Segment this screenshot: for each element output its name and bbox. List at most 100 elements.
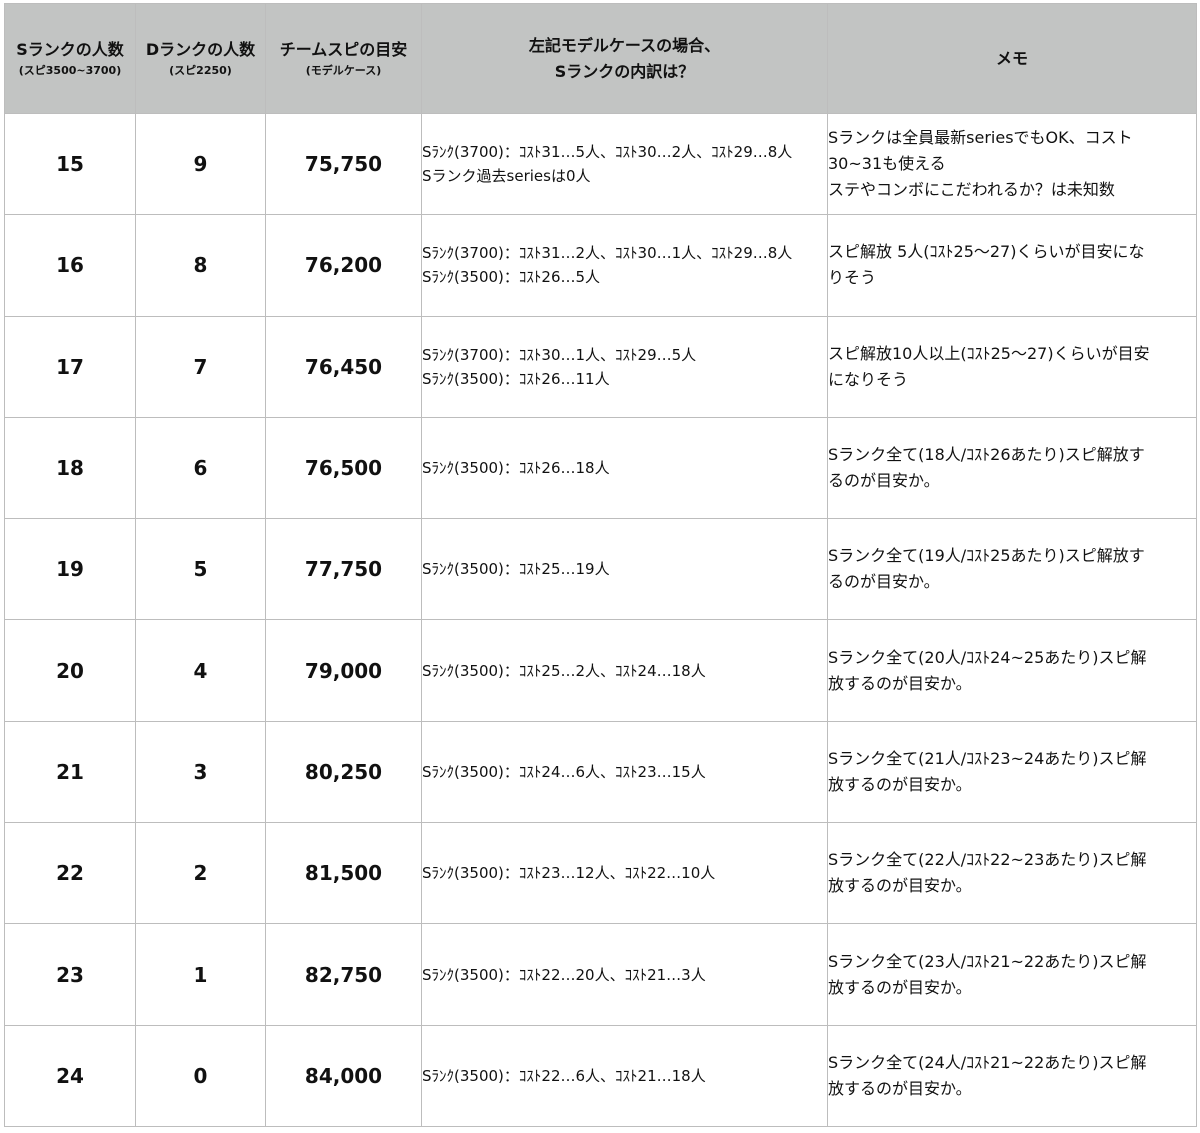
breakdown-line: Sﾗﾝｸ(3500)：ｺｽﾄ22…6人、ｺｽﾄ21…18人 — [422, 1066, 706, 1085]
header-row: Sランクの人数 (スピ3500~3700) Dランクの人数 (スピ2250) チ… — [4, 3, 1197, 114]
memo-line: スピ解放10人以上(ｺｽﾄ25～27)くらいが目安 — [828, 343, 1150, 363]
table-row: 23 1 82,750 Sﾗﾝｸ(3500)：ｺｽﾄ22…20人、ｺｽﾄ21…3人 Sラ… — [4, 923, 1197, 1026]
team-spi-cell: 80,250 — [265, 720, 422, 824]
breakdown-cell: Sﾗﾝｸ(3500)：ｺｽﾄ25…2人、ｺｽﾄ24…18人 — [421, 619, 828, 722]
memo-line: Sランク全て(18人/ｺｽﾄ26あたり)スピ解放す — [828, 445, 1145, 465]
rank-spi-table: Sランクの人数 (スピ3500~3700) Dランクの人数 (スピ2250) チ… — [4, 3, 1197, 1127]
breakdown-cell: Sﾗﾝｸ(3500)：ｺｽﾄ24…6人、ｺｽﾄ23…15人 — [421, 720, 828, 824]
memo-line: Sランク全て(23人/ｺｽﾄ21~22あたり)スピ解 — [828, 951, 1147, 971]
memo-cell: Sランク全て(21人/ｺｽﾄ23~24あたり)スピ解 放するのが目安か。 — [827, 720, 1197, 824]
team-spi-cell: 75,750 — [265, 112, 422, 216]
memo-line: 30~31も使える — [828, 154, 946, 174]
memo-cell: Sランク全て(23人/ｺｽﾄ21~22あたり)スピ解 放するのが目安か。 — [827, 923, 1197, 1026]
header-d-rank-title: Dランクの人数 — [145, 39, 256, 59]
table-row: 20 4 79,000 Sﾗﾝｸ(3500)：ｺｽﾄ25…2人、ｺｽﾄ24…18人 Sラ… — [4, 619, 1197, 722]
breakdown-line: Sﾗﾝｸ(3500)：ｺｽﾄ22…20人、ｺｽﾄ21…3人 — [422, 965, 706, 984]
d-rank-count-cell: 1 — [135, 923, 266, 1026]
memo-cell: Sランク全て(24人/ｺｽﾄ21~22あたり)スピ解 放するのが目安か。 — [827, 1024, 1197, 1127]
header-s-rank-count: Sランクの人数 (スピ3500~3700) — [4, 3, 136, 114]
memo-cell: スピ解放 5人(ｺｽﾄ25～27)くらいが目安にな りそう — [827, 214, 1197, 317]
table-row: 15 9 75,750 Sﾗﾝｸ(3700)：ｺｽﾄ31…5人、ｺｽﾄ30…2人、ｺｽ… — [4, 112, 1197, 216]
breakdown-cell: Sﾗﾝｸ(3700)：ｺｽﾄ30…1人、ｺｽﾄ29…5人 Sﾗﾝｸ(3500)：ｺ… — [421, 315, 828, 418]
team-spi-cell: 76,450 — [265, 315, 422, 418]
breakdown-line: Sﾗﾝｸ(3500)：ｺｽﾄ26…18人 — [422, 459, 610, 478]
header-memo-title: メモ — [995, 48, 1028, 68]
memo-cell: Sランク全て(20人/ｺｽﾄ24~25あたり)スピ解 放するのが目安か。 — [827, 619, 1197, 722]
memo-line: Sランク全て(24人/ｺｽﾄ21~22あたり)スピ解 — [828, 1052, 1147, 1072]
team-spi-cell: 76,200 — [265, 214, 422, 317]
header-breakdown: 左記モデルケースの場合、 Sランクの内訳は？ — [421, 3, 828, 114]
breakdown-line: Sﾗﾝｸ(3700)：ｺｽﾄ31…2人、ｺｽﾄ30…1人、ｺｽﾄ29…8人 — [422, 244, 793, 263]
memo-line: 放するのが目安か。 — [828, 673, 972, 693]
breakdown-line: Sﾗﾝｸ(3500)：ｺｽﾄ25…2人、ｺｽﾄ24…18人 — [422, 661, 706, 680]
memo-line: Sランク全て(19人/ｺｽﾄ25あたり)スピ解放す — [828, 546, 1145, 566]
header-breakdown-line2: Sランクの内訳は？ — [554, 61, 695, 81]
header-s-rank-subtitle: (スピ3500~3700) — [18, 63, 122, 77]
d-rank-count-cell: 2 — [135, 822, 266, 925]
breakdown-cell: Sﾗﾝｸ(3700)：ｺｽﾄ31…2人、ｺｽﾄ30…1人、ｺｽﾄ29…8人 Sﾗﾝ… — [421, 214, 828, 317]
table-row: 17 7 76,450 Sﾗﾝｸ(3700)：ｺｽﾄ30…1人、ｺｽﾄ29…5人 Sﾗﾝ… — [4, 315, 1197, 418]
breakdown-line: Sランク過去seriesは0人 — [422, 167, 591, 186]
d-rank-count-cell: 5 — [135, 518, 266, 621]
s-rank-count-cell: 21 — [4, 720, 136, 824]
s-rank-count-cell: 24 — [4, 1024, 136, 1127]
header-d-rank-count: Dランクの人数 (スピ2250) — [135, 3, 266, 114]
table-row: 24 0 84,000 Sﾗﾝｸ(3500)：ｺｽﾄ22…6人、ｺｽﾄ21…18人 Sラ… — [4, 1024, 1197, 1127]
d-rank-count-cell: 4 — [135, 619, 266, 722]
table-body: 15 9 75,750 Sﾗﾝｸ(3700)：ｺｽﾄ31…5人、ｺｽﾄ30…2人、ｺｽ… — [4, 112, 1197, 1127]
memo-line: になりそう — [828, 369, 909, 389]
memo-line: ステやコンボにこだわれるか？は未知数 — [828, 180, 1115, 200]
memo-cell: Sランク全て(22人/ｺｽﾄ22~23あたり)スピ解 放するのが目安か。 — [827, 822, 1197, 925]
breakdown-line: Sﾗﾝｸ(3500)：ｺｽﾄ26…5人 — [422, 268, 601, 287]
memo-cell: Sランクは全員最新seriesでもOK、コスト 30~31も使えるステやコンボにこ… — [827, 112, 1197, 216]
s-rank-count-cell: 19 — [4, 518, 136, 621]
breakdown-cell: Sﾗﾝｸ(3500)：ｺｽﾄ22…20人、ｺｽﾄ21…3人 — [421, 923, 828, 1026]
breakdown-line: Sﾗﾝｸ(3500)：ｺｽﾄ25…19人 — [422, 560, 610, 579]
memo-cell: Sランク全て(18人/ｺｽﾄ26あたり)スピ解放す るのが目安か。 — [827, 416, 1197, 520]
header-team-spi-title: チームスピの目安 — [279, 39, 408, 59]
team-spi-cell: 79,000 — [265, 619, 422, 722]
memo-line: スピ解放 5人(ｺｽﾄ25～27)くらいが目安にな — [828, 242, 1145, 262]
breakdown-cell: Sﾗﾝｸ(3700)：ｺｽﾄ31…5人、ｺｽﾄ30…2人、ｺｽﾄ29…8人 Sラン… — [421, 112, 828, 216]
memo-line: 放するのが目安か。 — [828, 876, 972, 896]
memo-line: Sランクは全員最新seriesでもOK、コスト — [828, 128, 1133, 148]
d-rank-count-cell: 0 — [135, 1024, 266, 1127]
memo-cell: スピ解放10人以上(ｺｽﾄ25～27)くらいが目安 になりそう — [827, 315, 1197, 418]
breakdown-line: Sﾗﾝｸ(3700)：ｺｽﾄ31…5人、ｺｽﾄ30…2人、ｺｽﾄ29…8人 — [422, 143, 793, 162]
breakdown-line: Sﾗﾝｸ(3500)：ｺｽﾄ24…6人、ｺｽﾄ23…15人 — [422, 762, 706, 781]
memo-line: るのが目安か。 — [828, 572, 940, 592]
s-rank-count-cell: 20 — [4, 619, 136, 722]
d-rank-count-cell: 3 — [135, 720, 266, 824]
breakdown-line: Sﾗﾝｸ(3700)：ｺｽﾄ30…1人、ｺｽﾄ29…5人 — [422, 345, 697, 364]
memo-line: るのが目安か。 — [828, 471, 940, 491]
header-breakdown-line1: 左記モデルケースの場合、 — [528, 35, 721, 55]
table-row: 22 2 81,500 Sﾗﾝｸ(3500)：ｺｽﾄ23…12人、ｺｽﾄ22…10人 S… — [4, 822, 1197, 925]
memo-line: 放するのが目安か。 — [828, 774, 972, 794]
s-rank-count-cell: 17 — [4, 315, 136, 418]
s-rank-count-cell: 23 — [4, 923, 136, 1026]
table-row: 21 3 80,250 Sﾗﾝｸ(3500)：ｺｽﾄ24…6人、ｺｽﾄ23…15人 Sラ… — [4, 720, 1197, 824]
table-row: 19 5 77,750 Sﾗﾝｸ(3500)：ｺｽﾄ25…19人 Sランク全て(19人/… — [4, 518, 1197, 621]
breakdown-cell: Sﾗﾝｸ(3500)：ｺｽﾄ22…6人、ｺｽﾄ21…18人 — [421, 1024, 828, 1127]
memo-line: 放するのが目安か。 — [828, 977, 972, 997]
s-rank-count-cell: 18 — [4, 416, 136, 520]
team-spi-cell: 84,000 — [265, 1024, 422, 1127]
breakdown-cell: Sﾗﾝｸ(3500)：ｺｽﾄ25…19人 — [421, 518, 828, 621]
memo-line: りそう — [828, 268, 877, 288]
header-team-spi-subtitle: (モデルケース) — [305, 63, 382, 77]
team-spi-cell: 81,500 — [265, 822, 422, 925]
memo-cell: Sランク全て(19人/ｺｽﾄ25あたり)スピ解放す るのが目安か。 — [827, 518, 1197, 621]
memo-line: Sランク全て(22人/ｺｽﾄ22~23あたり)スピ解 — [828, 850, 1147, 870]
memo-line: Sランク全て(21人/ｺｽﾄ23~24あたり)スピ解 — [828, 748, 1147, 768]
d-rank-count-cell: 6 — [135, 416, 266, 520]
team-spi-cell: 82,750 — [265, 923, 422, 1026]
d-rank-count-cell: 8 — [135, 214, 266, 317]
breakdown-cell: Sﾗﾝｸ(3500)：ｺｽﾄ26…18人 — [421, 416, 828, 520]
s-rank-count-cell: 16 — [4, 214, 136, 317]
header-team-spi: チームスピの目安 (モデルケース) — [265, 3, 422, 114]
team-spi-cell: 76,500 — [265, 416, 422, 520]
team-spi-cell: 77,750 — [265, 518, 422, 621]
breakdown-line: Sﾗﾝｸ(3500)：ｺｽﾄ23…12人、ｺｽﾄ22…10人 — [422, 864, 716, 883]
header-s-rank-title: Sランクの人数 — [16, 39, 124, 59]
table-row: 16 8 76,200 Sﾗﾝｸ(3700)：ｺｽﾄ31…2人、ｺｽﾄ30…1人、ｺｽ… — [4, 214, 1197, 317]
